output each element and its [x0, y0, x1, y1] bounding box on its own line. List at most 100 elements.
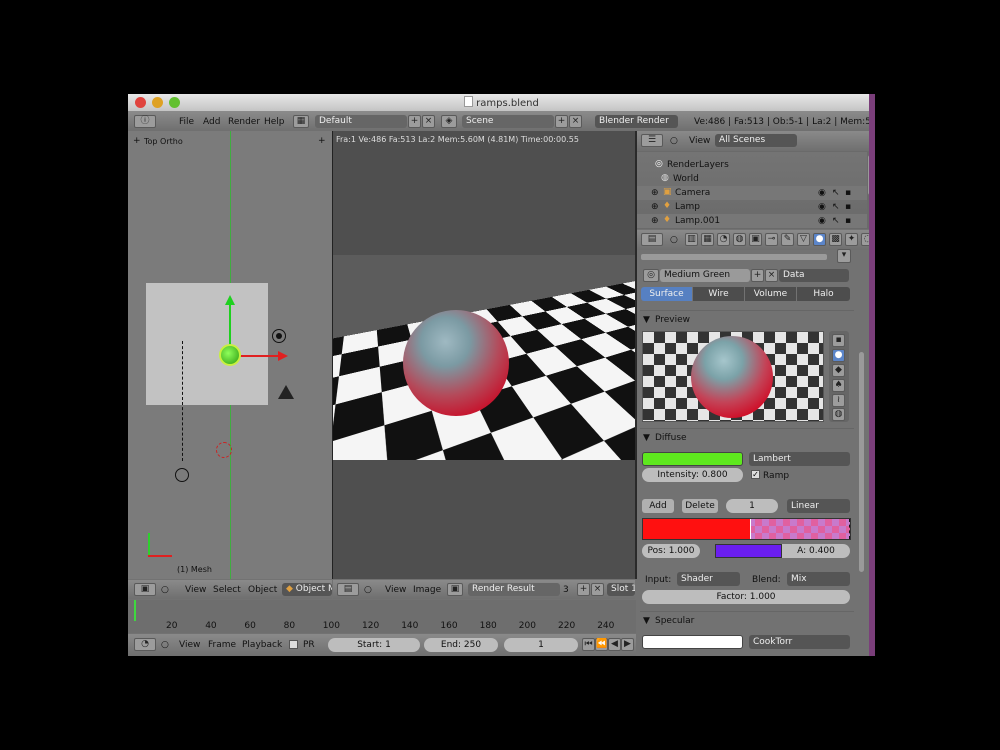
intensity-slider[interactable]: Intensity: 0.800: [642, 468, 743, 482]
timeline-menu-playback[interactable]: Playback: [242, 640, 282, 650]
outliner-editor-icon[interactable]: ☰: [641, 134, 663, 147]
specular-color-swatch[interactable]: [642, 635, 743, 649]
material-slot-list[interactable]: [641, 254, 827, 260]
lamp-icon[interactable]: [272, 329, 286, 343]
material-name-field[interactable]: Medium Green: [660, 269, 750, 282]
current-frame-field[interactable]: 1: [504, 638, 578, 652]
ramp-interpolation-dropdown[interactable]: Linear: [787, 499, 850, 513]
render-tab-icon[interactable]: ▥: [685, 233, 698, 246]
ramp-stop-marker-active[interactable]: [849, 519, 851, 539]
current-frame-marker[interactable]: [134, 600, 136, 622]
screen-layout-icon[interactable]: ▦: [293, 115, 309, 128]
ramp-alpha-field[interactable]: A: 0.400: [782, 544, 850, 558]
preview-flat-icon[interactable]: ▪: [832, 334, 845, 347]
outliner-row-world[interactable]: ◍ World: [637, 172, 867, 186]
viewport-3d[interactable]: + Top Ortho + (1) Mesh: [128, 131, 332, 579]
expand-icon[interactable]: ⊕: [651, 216, 659, 226]
plane-object[interactable]: [146, 283, 268, 405]
material-link-dropdown[interactable]: Data: [779, 269, 849, 282]
preview-sphere-icon[interactable]: ●: [832, 349, 845, 362]
menu-add[interactable]: Add: [203, 117, 220, 127]
ramp-blend-dropdown[interactable]: Mix: [787, 572, 850, 586]
render-camera-icon[interactable]: ▪: [845, 188, 851, 198]
menu-help[interactable]: Help: [264, 117, 285, 127]
ramp-index-field[interactable]: 1: [726, 499, 778, 513]
preview-sky-icon[interactable]: ◍: [832, 408, 845, 421]
properties-scrollbar[interactable]: [859, 352, 864, 572]
view3d-menu-view[interactable]: View: [185, 585, 206, 595]
data-tab-icon[interactable]: ▽: [797, 233, 810, 246]
select-arrow-icon[interactable]: ↖: [832, 188, 840, 198]
outliner-minimize-icon[interactable]: ○: [670, 136, 678, 146]
remove-screen-icon[interactable]: ×: [422, 115, 435, 128]
render-slot-dropdown[interactable]: Slot 1: [607, 583, 635, 596]
render-view[interactable]: Fra:1 Ve:486 Fa:513 La:2 Mem:5.60M (4.81…: [333, 131, 635, 579]
play-icon[interactable]: ▶: [621, 638, 634, 651]
end-frame-field[interactable]: End: 250: [424, 638, 498, 652]
new-image-icon[interactable]: +: [577, 583, 590, 596]
preview-range-checkbox[interactable]: [289, 640, 298, 649]
ramp-checkbox[interactable]: ✓: [751, 470, 760, 479]
view3d-menu-select[interactable]: Select: [213, 585, 241, 595]
expand-icon[interactable]: ⊕: [651, 188, 659, 198]
modifiers-tab-icon[interactable]: ✎: [781, 233, 794, 246]
visibility-eye-icon[interactable]: ◉: [818, 216, 826, 226]
ramp-delete-button[interactable]: Delete: [682, 499, 718, 513]
image-editor-minimize-icon[interactable]: ○: [364, 585, 372, 595]
outliner-row-renderlayers[interactable]: ◎ RenderLayers: [637, 158, 867, 172]
jump-start-icon[interactable]: ⏮: [582, 638, 595, 651]
diffuse-shader-dropdown[interactable]: Lambert: [749, 452, 850, 466]
render-camera-icon[interactable]: ▪: [845, 202, 851, 212]
particles-tab-icon[interactable]: ✦: [845, 233, 858, 246]
unlink-image-icon[interactable]: ×: [591, 583, 604, 596]
3d-cursor-icon[interactable]: [216, 442, 232, 458]
preview-cube-icon[interactable]: ◆: [832, 364, 845, 377]
timeline-menu-frame[interactable]: Frame: [208, 640, 236, 650]
editor-type-icon[interactable]: ⓘ: [134, 115, 156, 128]
render-camera-icon[interactable]: ▪: [845, 216, 851, 226]
timeline-editor-icon[interactable]: ◔: [134, 638, 156, 651]
image-menu-image[interactable]: Image: [413, 585, 441, 595]
tab-wire[interactable]: Wire: [693, 287, 744, 301]
specular-panel-header[interactable]: ▼ Specular: [641, 613, 855, 629]
slot-menu-icon[interactable]: ▾: [837, 249, 851, 263]
jump-keyframe-back-icon[interactable]: ⏪: [595, 638, 608, 651]
screen-layout-field[interactable]: Default: [315, 115, 407, 128]
material-browse-icon[interactable]: ◎: [643, 269, 659, 282]
preview-panel-header[interactable]: ▼ Preview: [641, 312, 855, 328]
timeline-area[interactable]: [128, 600, 636, 622]
unlink-material-icon[interactable]: ×: [765, 269, 778, 282]
object-mode-dropdown[interactable]: ◆ Object Mo: [282, 583, 332, 596]
texture-tab-icon[interactable]: ▩: [829, 233, 842, 246]
ramp-add-button[interactable]: Add: [642, 499, 674, 513]
image-name-field[interactable]: Render Result: [468, 583, 560, 596]
tab-halo[interactable]: Halo: [797, 287, 850, 301]
preview-hair-icon[interactable]: ≀: [832, 394, 845, 407]
specular-shader-dropdown[interactable]: CookTorr: [749, 635, 850, 649]
menu-file[interactable]: File: [179, 117, 194, 127]
material-tab-icon[interactable]: ●: [813, 233, 826, 246]
diffuse-color-swatch[interactable]: [642, 452, 743, 466]
properties-minimize-icon[interactable]: ○: [670, 235, 678, 245]
add-screen-icon[interactable]: +: [408, 115, 421, 128]
outliner-row-lamp-001[interactable]: ⊕ ♦ Lamp.001 ◉ ↖ ▪: [637, 214, 867, 228]
sphere-object-selected[interactable]: [219, 344, 241, 366]
outliner-scenes-dropdown[interactable]: All Scenes: [715, 134, 797, 147]
properties-editor-icon[interactable]: ▤: [641, 233, 663, 246]
image-editor-icon[interactable]: ▤: [337, 583, 359, 596]
render-layers-tab-icon[interactable]: ▦: [701, 233, 714, 246]
outliner-row-lamp[interactable]: ⊕ ♦ Lamp ◉ ↖ ▪: [637, 200, 867, 214]
ramp-stop-marker[interactable]: [750, 519, 751, 539]
visibility-eye-icon[interactable]: ◉: [818, 188, 826, 198]
remove-scene-icon[interactable]: ×: [569, 115, 582, 128]
render-engine-dropdown[interactable]: Blender Render: [595, 115, 678, 128]
outliner-row-camera[interactable]: ⊕ ▣ Camera ◉ ↖ ▪: [637, 186, 867, 200]
new-material-icon[interactable]: +: [751, 269, 764, 282]
view3d-menu-object[interactable]: Object: [248, 585, 277, 595]
play-reverse-icon[interactable]: ◀: [608, 638, 621, 651]
preview-monkey-icon[interactable]: ♠: [832, 379, 845, 392]
expand-icon[interactable]: ⊕: [651, 202, 659, 212]
select-arrow-icon[interactable]: ↖: [832, 202, 840, 212]
diffuse-panel-header[interactable]: ▼ Diffuse: [641, 430, 855, 446]
color-ramp-bar[interactable]: [642, 518, 851, 540]
